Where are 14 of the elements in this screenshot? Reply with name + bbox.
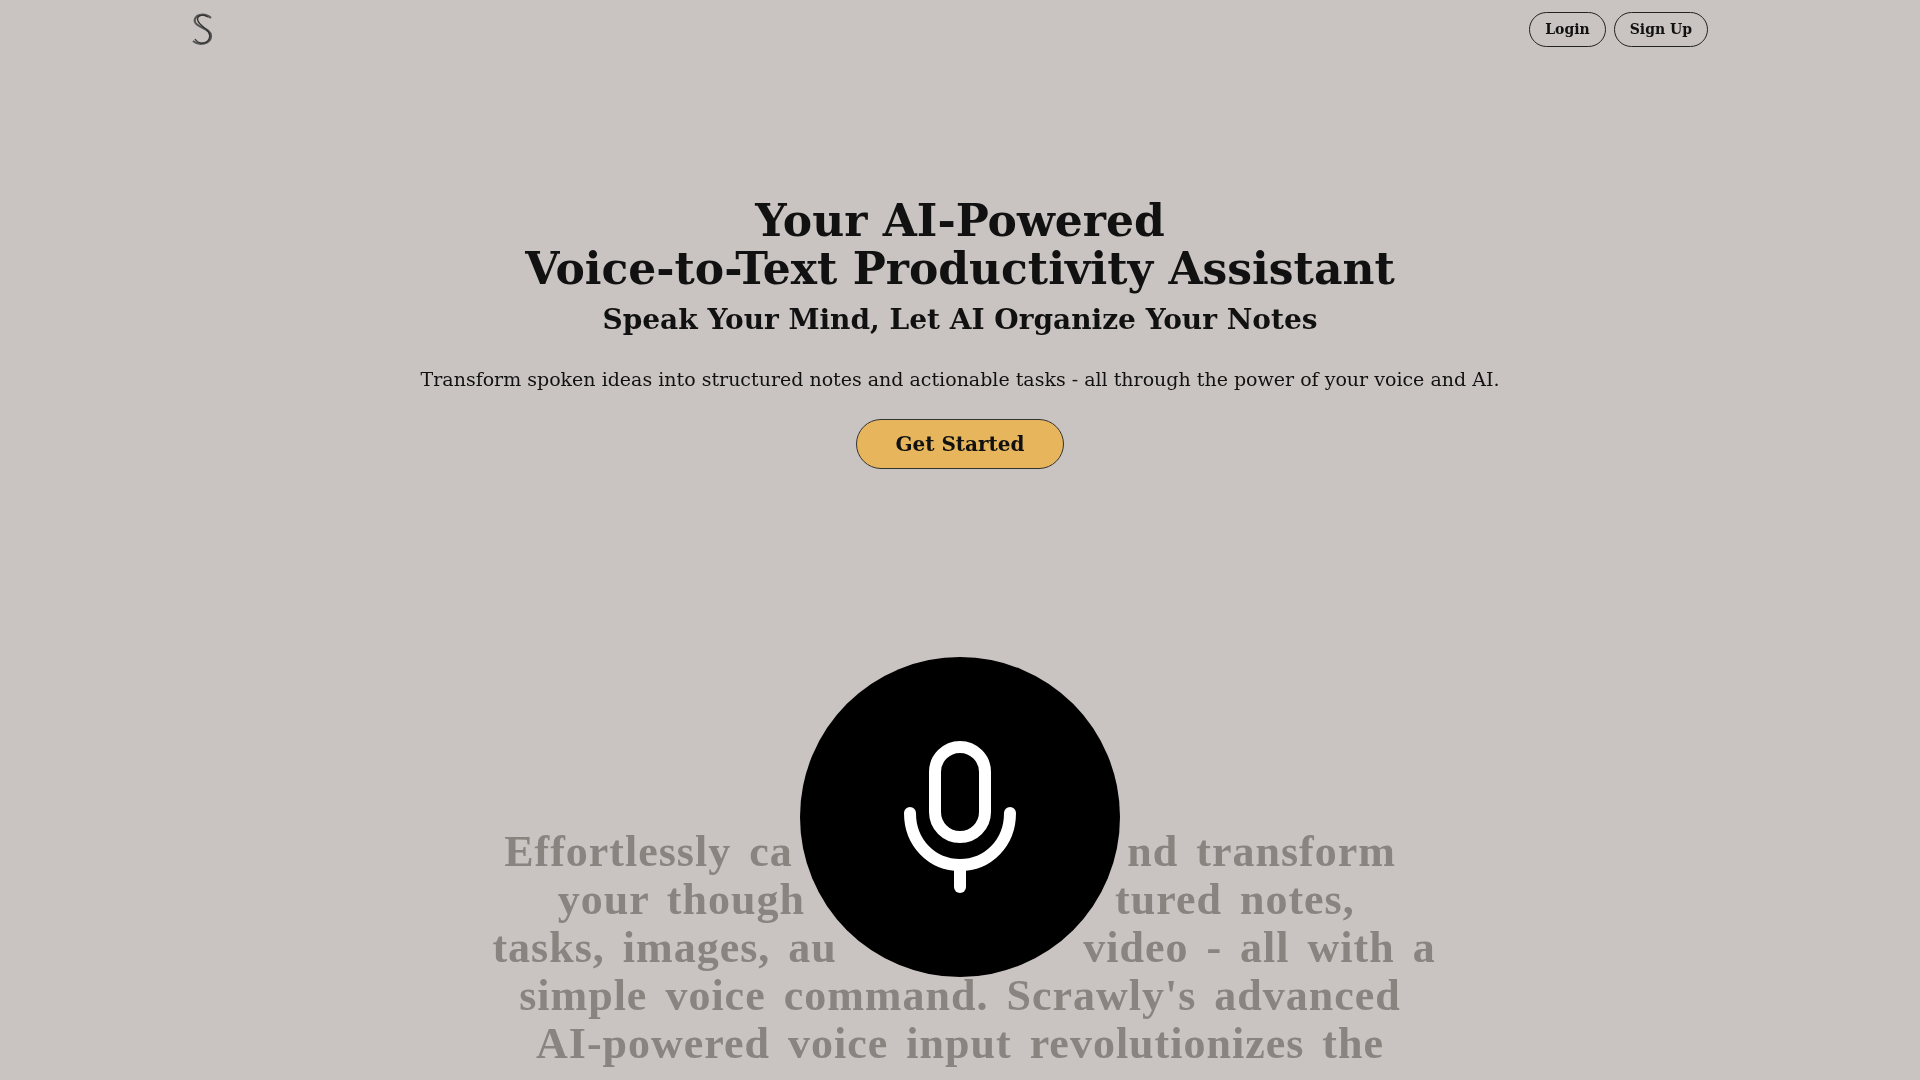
microphone-icon	[902, 741, 1018, 894]
hero-title: Voice-to-Text Productivity Assistant	[525, 243, 1395, 294]
background-text: tasks, images, au	[492, 924, 837, 973]
hero-description: Transform spoken ideas into structured notes and actionable tasks - all through the power of your voice and AI.	[419, 366, 1501, 392]
background-text: tured notes,	[1115, 876, 1355, 925]
background-text: AI-powered voice input revolutionizes the	[536, 1020, 1384, 1069]
background-text: your though	[557, 876, 805, 925]
hero-subtitle: Speak Your Mind, Let AI Organize Your Notes	[601, 303, 1319, 337]
get-started-button[interactable]: Get Started	[856, 419, 1064, 470]
background-text: video - all with a	[1083, 924, 1436, 973]
background-text: Effortlessly ca	[504, 828, 793, 877]
background-text: simple voice command. Scrawly's advanced	[519, 972, 1401, 1021]
hero-title: Your AI-Powered	[755, 195, 1165, 246]
background-text: nd transform	[1127, 828, 1396, 877]
